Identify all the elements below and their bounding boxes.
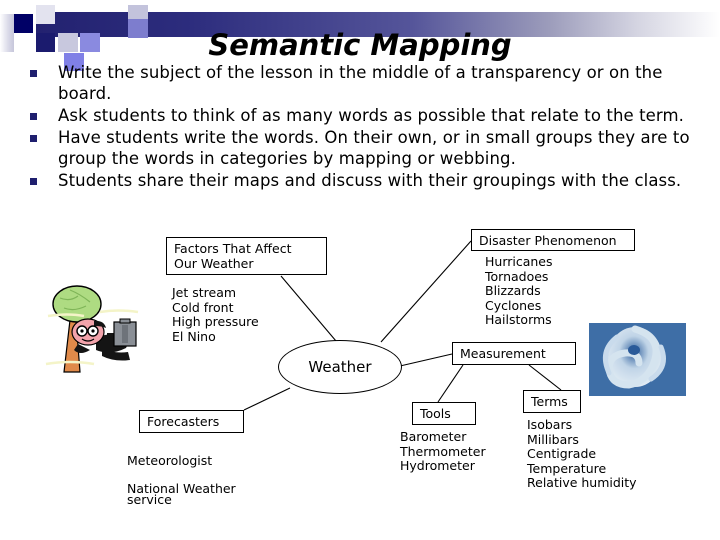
bullet-item: Ask students to think of as many words a…	[16, 105, 706, 126]
hurricane-satellite-clipart	[589, 323, 686, 396]
connector-measurement-tools	[437, 364, 464, 403]
connector-factors-weather	[280, 275, 337, 342]
slide-title: Semantic Mapping	[208, 28, 512, 62]
connector-weather-measurement	[399, 353, 453, 367]
node-list-factors: Jet stream Cold front High pressure El N…	[172, 285, 259, 344]
node-list-terms: Isobars Millibars Centigrade Temperature…	[527, 417, 637, 490]
bullet-list: Write the subject of the lesson in the m…	[16, 62, 706, 192]
node-list-forecasters: Meteorologist National Weather service	[127, 440, 236, 521]
decorative-square-lavender-top	[36, 5, 55, 24]
slide: Semantic Mapping Write the subject of th…	[0, 0, 720, 540]
windy-weather-clipart	[45, 285, 139, 373]
bullet-item: Have students write the words. On their …	[16, 127, 706, 169]
node-list-tools: Barometer Thermometer Hydrometer	[400, 429, 486, 473]
square-bullet-icon	[30, 70, 37, 77]
node-list-disaster-phenomenon: Hurricanes Tornadoes Blizzards Cyclones …	[485, 254, 553, 327]
connector-disaster-weather	[380, 240, 472, 343]
square-bullet-icon	[30, 113, 37, 120]
bullet-item: Write the subject of the lesson in the m…	[16, 62, 706, 104]
node-box-factors[interactable]: Factors That Affect Our Weather	[166, 237, 327, 275]
bullet-text: Have students write the words. On their …	[58, 128, 690, 168]
decorative-square-lavender-right	[128, 5, 148, 19]
square-bullet-icon	[30, 135, 37, 142]
forecaster-item-1: Meteorologist	[127, 453, 213, 468]
bullet-text: Write the subject of the lesson in the m…	[58, 63, 663, 103]
node-oval-weather[interactable]: Weather	[278, 340, 402, 394]
bullet-item: Students share their maps and discuss wi…	[16, 170, 706, 191]
bullet-text: Students share their maps and discuss wi…	[58, 171, 682, 190]
node-box-measurement[interactable]: Measurement	[452, 342, 576, 365]
connector-measurement-terms	[528, 364, 562, 391]
bullet-text: Ask students to think of as many words a…	[58, 106, 685, 125]
node-box-terms[interactable]: Terms	[523, 390, 581, 413]
node-box-disaster-phenomenon[interactable]: Disaster Phenomenon	[471, 229, 635, 251]
square-bullet-icon	[30, 178, 37, 185]
connector-weather-forecasters	[243, 387, 291, 411]
node-box-tools[interactable]: Tools	[412, 402, 476, 425]
node-box-forecasters[interactable]: Forecasters	[139, 410, 244, 433]
